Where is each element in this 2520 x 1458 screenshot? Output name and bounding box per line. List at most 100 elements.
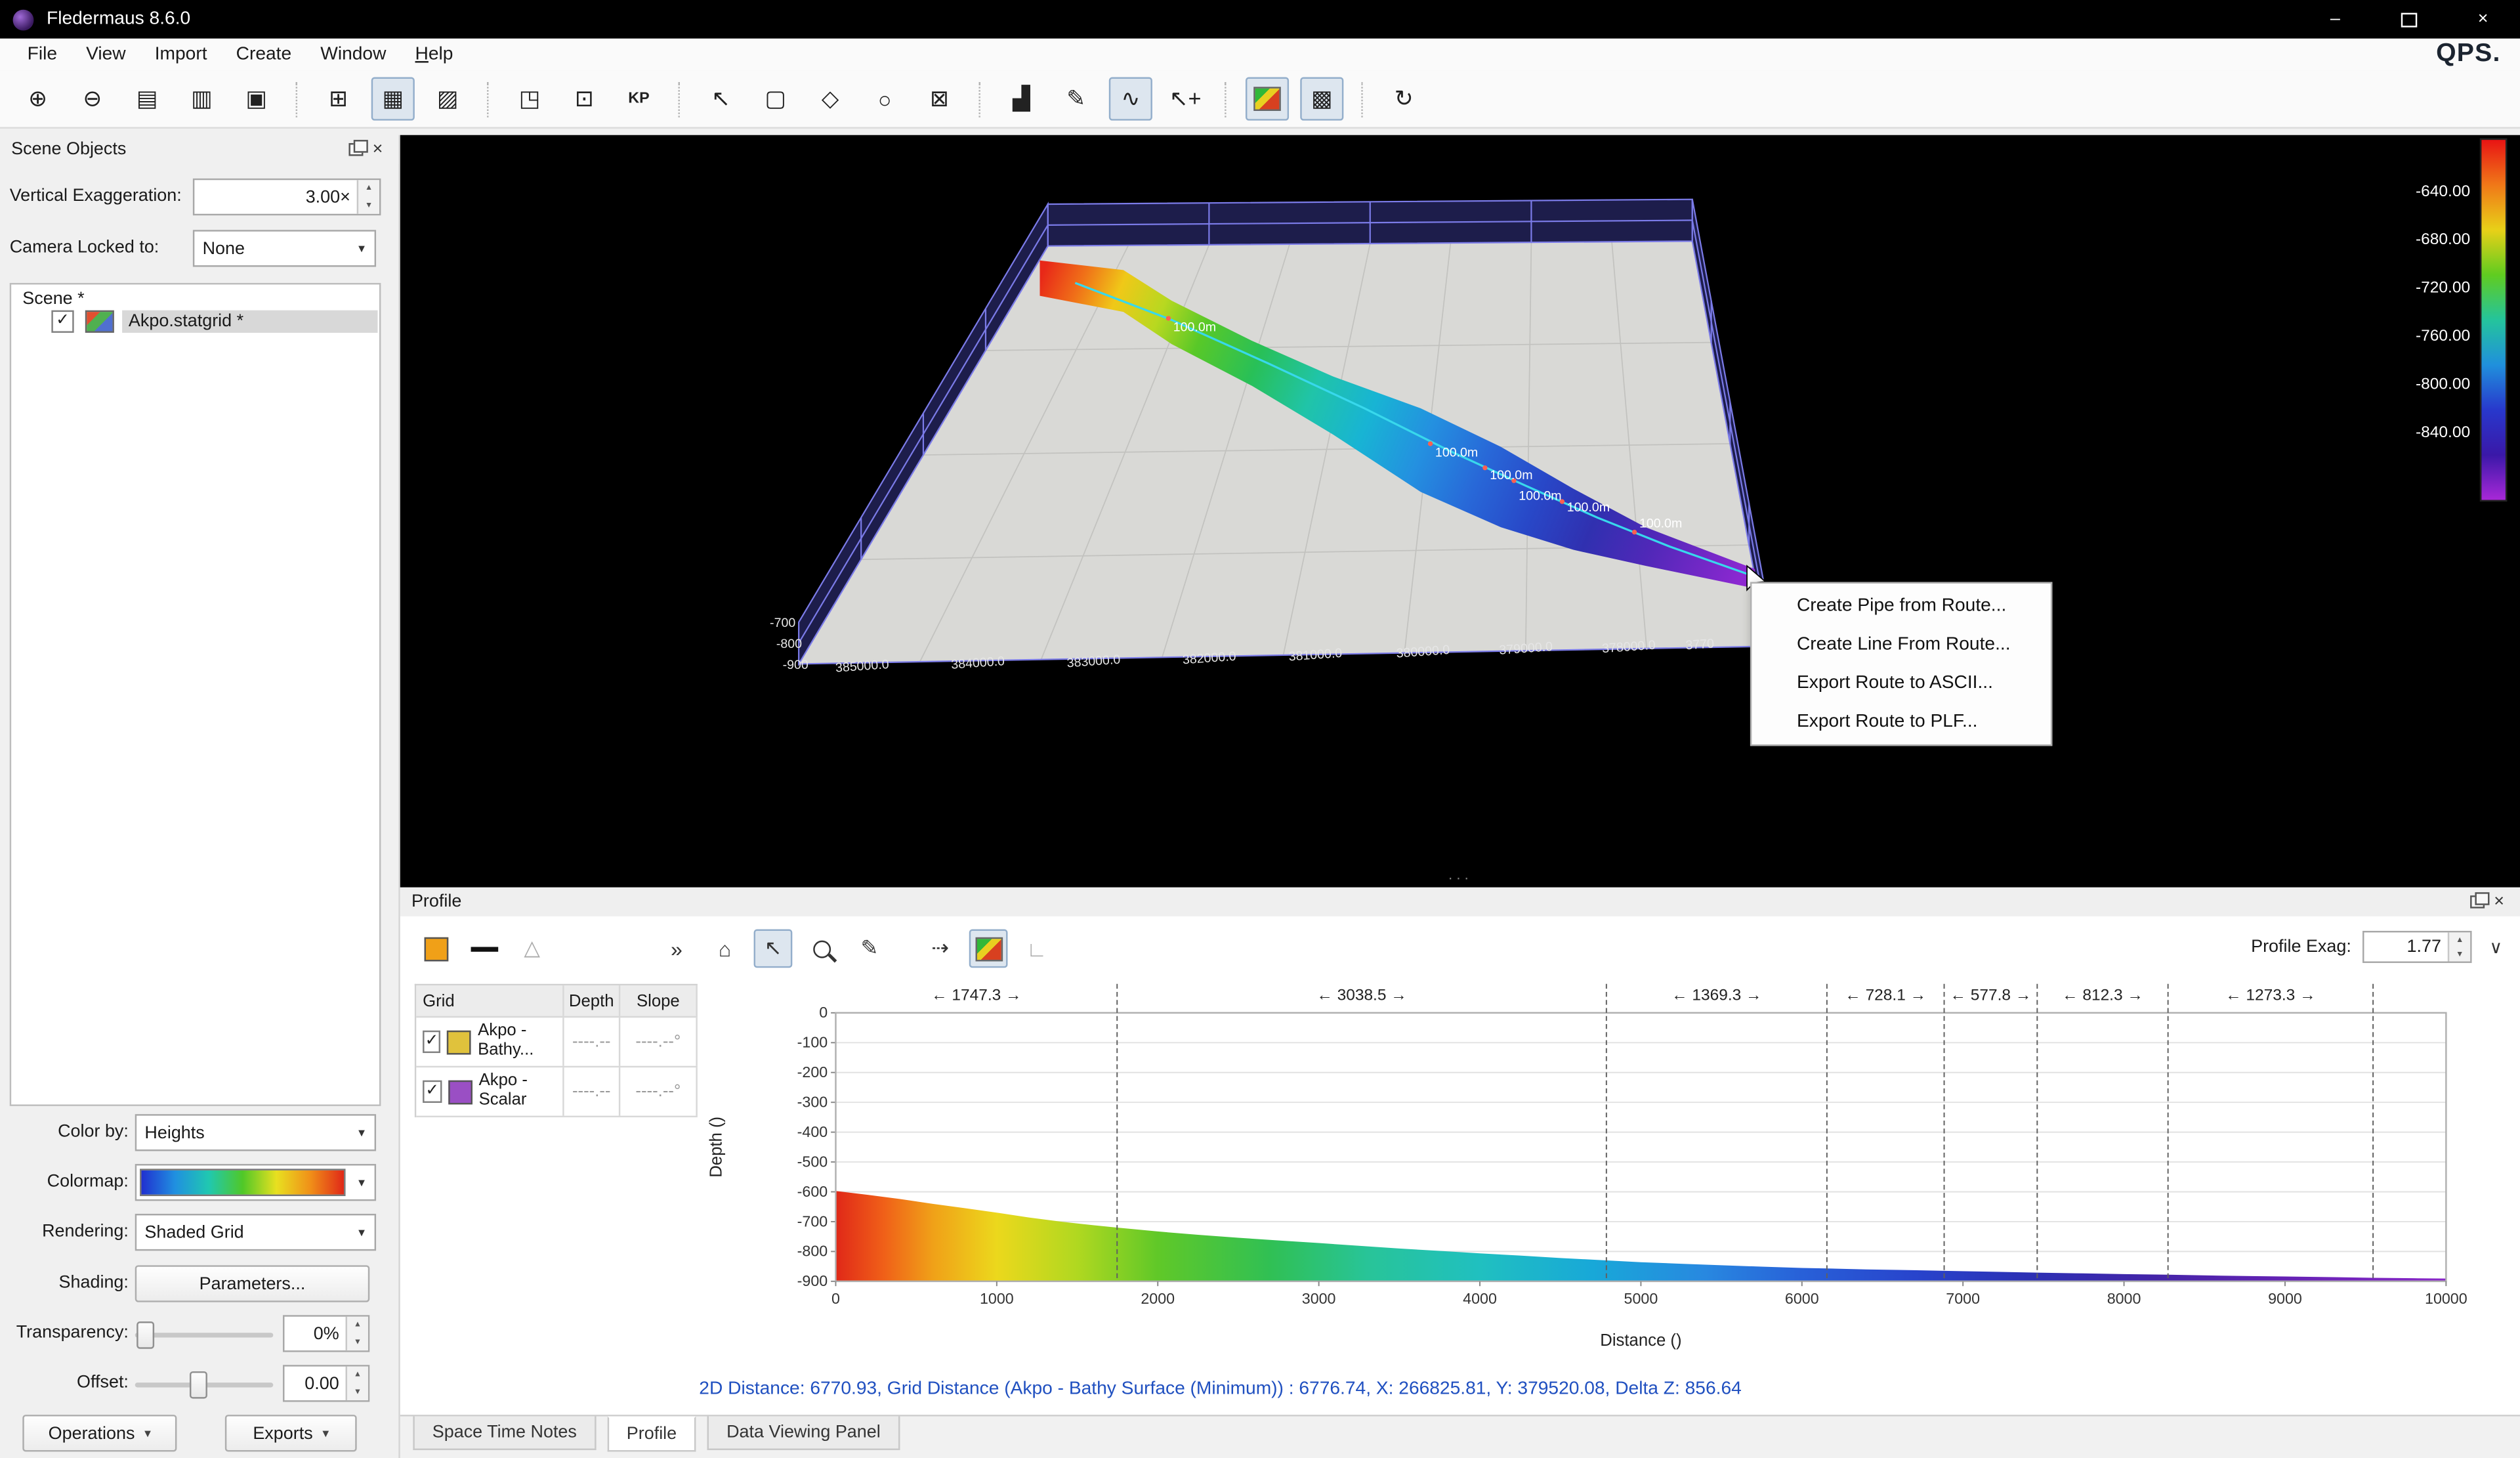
transparency-slider[interactable]: [135, 1315, 274, 1352]
colormap-icon[interactable]: [1246, 77, 1289, 121]
table-row[interactable]: ✓Akpo - Scalar----.------.--°: [416, 1067, 698, 1117]
zoom-tool-icon[interactable]: [802, 930, 841, 968]
menu-import[interactable]: Import: [140, 39, 222, 71]
depth-cell: ----.--: [564, 1018, 621, 1065]
spin-up-icon[interactable]: ▲: [347, 1317, 368, 1334]
spin-up-icon[interactable]: ▲: [2449, 932, 2470, 947]
profile-grid-table: GridDepthSlope✓Akpo - Bathy...----.-----…: [415, 984, 698, 1117]
spin-down-icon[interactable]: ▼: [2449, 947, 2470, 961]
menu-view[interactable]: View: [72, 39, 140, 71]
histogram-icon[interactable]: ▟: [999, 77, 1043, 121]
close-panel-icon[interactable]: ×: [2488, 891, 2510, 912]
select-cursor-icon[interactable]: ↖: [699, 77, 742, 121]
clip-select-icon[interactable]: ⊠: [917, 77, 961, 121]
spin-down-icon[interactable]: ▼: [347, 1383, 368, 1400]
spin-up-icon[interactable]: ▲: [347, 1367, 368, 1384]
tab-data-viewing-panel[interactable]: Data Viewing Panel: [707, 1417, 900, 1450]
spinner[interactable]: ▲▼: [357, 180, 379, 213]
surface-view-icon[interactable]: ▦: [371, 77, 415, 121]
float-panel-icon[interactable]: [344, 139, 366, 160]
spinner[interactable]: ▲▼: [2448, 932, 2470, 961]
triangle-marker-icon[interactable]: △: [513, 930, 551, 968]
kp-tool-icon[interactable]: KP: [617, 77, 660, 121]
zoom-in-select-icon[interactable]: ⊕: [16, 77, 59, 121]
rendering-label: Rendering:: [0, 1214, 129, 1251]
context-item-create-line-from-route[interactable]: Create Line From Route...: [1752, 626, 2051, 664]
scene-3d[interactable]: 385000.0384000.0383000.0382000.0381000.0…: [400, 135, 2520, 888]
maximize-button[interactable]: [2372, 0, 2446, 39]
colormap-select[interactable]: ▾: [135, 1164, 376, 1201]
expand-tools-icon[interactable]: »: [658, 930, 696, 968]
menu-window[interactable]: Window: [306, 39, 400, 71]
offset-input[interactable]: 0.00 ▲▼: [283, 1365, 369, 1402]
offset-value: 0.00: [284, 1367, 345, 1400]
line-style-icon[interactable]: [465, 930, 503, 968]
print-icon[interactable]: ▥: [180, 77, 223, 121]
spin-down-icon[interactable]: ▼: [347, 1333, 368, 1350]
slider-handle[interactable]: [190, 1371, 207, 1399]
viewport-3d[interactable]: 385000.0384000.0383000.0382000.0381000.0…: [400, 135, 2520, 888]
offset-slider[interactable]: [135, 1365, 274, 1402]
home-view-icon[interactable]: ⌂: [705, 930, 744, 968]
vertical-exaggeration-input[interactable]: 3.00× ▲▼: [193, 179, 381, 215]
float-panel-icon[interactable]: [2466, 891, 2488, 912]
spinner[interactable]: ▲▼: [346, 1317, 368, 1350]
table-view-icon[interactable]: ⊞: [316, 77, 360, 121]
row-checkbox[interactable]: ✓: [423, 1031, 441, 1053]
row-checkbox[interactable]: ✓: [423, 1081, 442, 1103]
toolbar-separator: [296, 81, 299, 117]
profile-chart[interactable]: 0-100-200-300-400-500-600-700-800-900010…: [699, 977, 2483, 1379]
context-item-export-route-to-plf[interactable]: Export Route to PLF...: [1752, 702, 2051, 741]
capture-image-icon[interactable]: ▤: [125, 77, 169, 121]
annotate-icon[interactable]: ✎: [850, 930, 889, 968]
easting-axis-label: 3770: [1685, 636, 1715, 653]
orbit-icon[interactable]: ↻: [1382, 77, 1425, 121]
rect-select-icon[interactable]: ▢: [754, 77, 797, 121]
exports-button[interactable]: Exports ▾: [225, 1415, 357, 1451]
close-panel-icon[interactable]: ×: [366, 139, 388, 160]
select-cursor-icon[interactable]: ↖: [754, 930, 793, 968]
pick-point-icon[interactable]: ↖+: [1164, 77, 1207, 121]
bounding-box-icon[interactable]: ◳: [508, 77, 551, 121]
cube-view-icon[interactable]: ⊡: [562, 77, 606, 121]
tab-space-time-notes[interactable]: Space Time Notes: [413, 1417, 596, 1450]
save-icon[interactable]: ▣: [235, 77, 278, 121]
color-by-select[interactable]: Heights ▾: [135, 1114, 376, 1151]
shift-point-icon[interactable]: ⇢: [921, 930, 959, 968]
poly-select-icon[interactable]: ◇: [808, 77, 852, 121]
profile-color-icon[interactable]: [416, 930, 455, 968]
ellipse-select-icon[interactable]: ○: [863, 77, 906, 121]
slider-handle[interactable]: [136, 1321, 154, 1349]
camera-locked-select[interactable]: None ▾: [193, 230, 376, 267]
visibility-checkbox[interactable]: ✓: [51, 309, 74, 332]
context-item-export-route-to-ascii[interactable]: Export Route to ASCII...: [1752, 664, 2051, 702]
tab-profile[interactable]: Profile: [607, 1417, 696, 1452]
mini-chart-icon[interactable]: ∟: [1017, 930, 1056, 968]
mesh-view-icon[interactable]: ▨: [426, 77, 469, 121]
easting-axis-label: 385000.0: [835, 657, 889, 675]
close-button[interactable]: ×: [2446, 0, 2520, 39]
measure-icon[interactable]: ✎: [1055, 77, 1098, 121]
spinner[interactable]: ▲▼: [346, 1367, 368, 1400]
minimize-button[interactable]: –: [2298, 0, 2372, 39]
collapse-chevron-icon[interactable]: ∨: [2472, 937, 2520, 958]
profile-exag-input[interactable]: 1.77 ▲▼: [2362, 931, 2472, 963]
menu-help[interactable]: Help: [400, 39, 467, 71]
rendering-select[interactable]: Shaded Grid ▾: [135, 1214, 376, 1251]
colormap-icon[interactable]: [969, 930, 1008, 968]
line-glyph: [470, 946, 497, 951]
zoom-out-select-icon[interactable]: ⊖: [71, 77, 114, 121]
transparency-input[interactable]: 0% ▲▼: [283, 1315, 369, 1352]
context-item-create-pipe-from-route[interactable]: Create Pipe from Route...: [1752, 587, 2051, 626]
table-row[interactable]: ✓Akpo - Bathy...----.------.--°: [416, 1018, 698, 1067]
menu-file[interactable]: File: [13, 39, 72, 71]
spin-down-icon[interactable]: ▼: [358, 197, 379, 214]
profile-tool-icon[interactable]: ∿: [1109, 77, 1152, 121]
splitter-handle[interactable]: ···: [1448, 870, 1473, 886]
operations-button[interactable]: Operations ▾: [22, 1415, 177, 1451]
menu-create[interactable]: Create: [222, 39, 306, 71]
tree-item-akpo-statgrid[interactable]: ✓ Akpo.statgrid *: [11, 307, 377, 335]
shaded-grid-icon[interactable]: ▩: [1300, 77, 1343, 121]
shading-parameters-button[interactable]: Parameters...: [135, 1265, 370, 1302]
spin-up-icon[interactable]: ▲: [358, 180, 379, 197]
